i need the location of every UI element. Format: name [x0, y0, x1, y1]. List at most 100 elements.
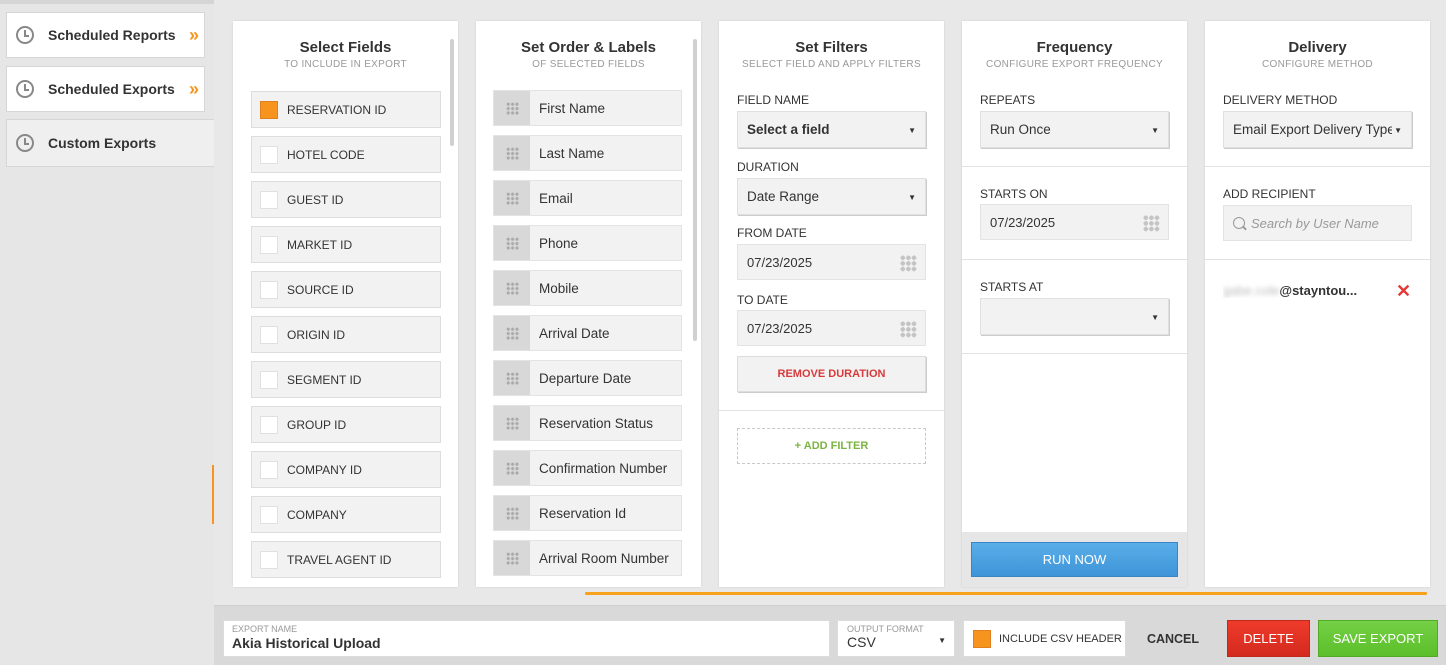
scrollbar[interactable]	[693, 39, 697, 341]
field-row[interactable]: GUEST ID	[251, 181, 441, 218]
calendar-icon[interactable]	[900, 321, 917, 338]
divider	[962, 166, 1187, 167]
delete-button[interactable]: DELETE	[1227, 620, 1310, 657]
field-row[interactable]: HOTEL CODE	[251, 136, 441, 173]
caret-down-icon: ▼	[938, 636, 946, 645]
field-row[interactable]: RESERVATION ID	[251, 91, 441, 128]
drag-handle-icon[interactable]	[494, 451, 530, 485]
drag-handle-icon[interactable]	[494, 316, 530, 350]
starts-at-label: STARTS AT	[980, 280, 1044, 294]
checkbox[interactable]	[260, 325, 278, 344]
frequency-panel: Frequency CONFIGURE EXPORT FREQUENCY REP…	[962, 21, 1187, 587]
grid-dots-icon	[505, 101, 519, 115]
drag-handle-icon[interactable]	[494, 181, 530, 215]
remove-duration-button[interactable]: REMOVE DURATION	[737, 356, 926, 392]
duration-select[interactable]: Date Range ▼	[737, 178, 926, 215]
checkbox-checked[interactable]	[260, 100, 278, 119]
checkbox[interactable]	[260, 190, 278, 209]
order-row[interactable]: Arrival Date	[493, 315, 682, 351]
field-name-label: FIELD NAME	[737, 93, 810, 107]
order-row[interactable]: Mobile	[493, 270, 682, 306]
starts-at-select[interactable]: ▼	[980, 298, 1169, 335]
order-row[interactable]: Reservation Id	[493, 495, 682, 531]
search-input[interactable]	[1251, 215, 1401, 231]
recipient-search[interactable]	[1223, 205, 1412, 241]
scrollbar[interactable]	[450, 39, 454, 146]
order-label[interactable]: Arrival Date	[539, 326, 610, 341]
calendar-icon[interactable]	[900, 255, 917, 272]
checkbox[interactable]	[260, 415, 278, 434]
order-label[interactable]: Reservation Id	[539, 506, 626, 521]
sidebar-item-label: Custom Exports	[48, 135, 157, 151]
checkbox[interactable]	[260, 235, 278, 254]
drag-handle-icon[interactable]	[494, 361, 530, 395]
order-label[interactable]: Phone	[539, 236, 578, 251]
save-export-button[interactable]: SAVE EXPORT	[1318, 620, 1438, 657]
order-label[interactable]: Arrival Room Number	[539, 551, 669, 566]
calendar-icon[interactable]	[1143, 215, 1160, 232]
field-label: ORIGIN ID	[287, 327, 346, 342]
grid-dots-icon	[505, 326, 519, 340]
drag-handle-icon[interactable]	[494, 136, 530, 170]
field-row[interactable]: ORIGIN ID	[251, 316, 441, 353]
panel-subtitle: CONFIGURE METHOD	[1262, 59, 1373, 70]
checkbox[interactable]	[260, 550, 278, 569]
drag-handle-icon[interactable]	[494, 91, 530, 125]
field-name-select[interactable]: Select a field ▼	[737, 111, 926, 148]
double-chevron-right-icon: »	[188, 79, 199, 99]
order-label[interactable]: Departure Date	[539, 371, 631, 386]
drag-handle-icon[interactable]	[494, 406, 530, 440]
sidebar-item-scheduled-exports[interactable]: Scheduled Exports »	[6, 66, 205, 112]
add-filter-button[interactable]: + ADD FILTER	[737, 428, 926, 464]
grid-dots-icon	[505, 461, 519, 475]
output-format-select[interactable]: OUTPUT FORMAT CSV ▼	[837, 620, 955, 657]
drag-handle-icon[interactable]	[494, 541, 530, 575]
checkbox[interactable]	[260, 505, 278, 524]
include-csv-header-toggle[interactable]: INCLUDE CSV HEADER	[963, 620, 1126, 657]
order-row[interactable]: Departure Date	[493, 360, 682, 396]
run-now-button[interactable]: RUN NOW	[971, 542, 1178, 577]
order-label[interactable]: First Name	[539, 101, 605, 116]
field-row[interactable]: COMPANY ID	[251, 451, 441, 488]
checkbox-checked[interactable]	[973, 629, 991, 648]
order-row[interactable]: Email	[493, 180, 682, 216]
order-row[interactable]: Confirmation Number	[493, 450, 682, 486]
field-row[interactable]: TRAVEL AGENT ID	[251, 541, 441, 578]
drag-handle-icon[interactable]	[494, 271, 530, 305]
from-date-input[interactable]: 07/23/2025	[737, 244, 926, 280]
remove-recipient-icon[interactable]: ✕	[1396, 281, 1411, 302]
order-row[interactable]: Last Name	[493, 135, 682, 171]
drag-handle-icon[interactable]	[494, 226, 530, 260]
caret-down-icon: ▼	[908, 126, 916, 135]
field-row[interactable]: COMPANY	[251, 496, 441, 533]
field-row[interactable]: MARKET ID	[251, 226, 441, 263]
to-date-input[interactable]: 07/23/2025	[737, 310, 926, 346]
field-row[interactable]: SEGMENT ID	[251, 361, 441, 398]
cancel-button[interactable]: CANCEL	[1143, 620, 1203, 657]
export-name-value[interactable]: Akia Historical Upload	[232, 635, 829, 651]
order-label[interactable]: Last Name	[539, 146, 604, 161]
drag-handle-icon[interactable]	[494, 496, 530, 530]
order-label[interactable]: Mobile	[539, 281, 579, 296]
delivery-method-select[interactable]: Email Export Delivery Type ▼	[1223, 111, 1412, 148]
field-row[interactable]: GROUP ID	[251, 406, 441, 443]
field-label: GROUP ID	[287, 417, 347, 432]
starts-on-input[interactable]: 07/23/2025	[980, 204, 1169, 240]
repeats-select[interactable]: Run Once ▼	[980, 111, 1169, 148]
checkbox[interactable]	[260, 280, 278, 299]
field-row[interactable]: SOURCE ID	[251, 271, 441, 308]
panel-subtitle: OF SELECTED FIELDS	[532, 59, 645, 70]
checkbox[interactable]	[260, 145, 278, 164]
order-row[interactable]: Reservation Status	[493, 405, 682, 441]
sidebar-item-custom-exports[interactable]: Custom Exports	[6, 119, 214, 167]
order-row[interactable]: Phone	[493, 225, 682, 261]
checkbox[interactable]	[260, 370, 278, 389]
order-label[interactable]: Email	[539, 191, 573, 206]
order-label[interactable]: Reservation Status	[539, 416, 653, 431]
export-name-field[interactable]: EXPORT NAME Akia Historical Upload	[223, 620, 830, 657]
sidebar-item-scheduled-reports[interactable]: Scheduled Reports »	[6, 12, 205, 58]
checkbox[interactable]	[260, 460, 278, 479]
order-row[interactable]: First Name	[493, 90, 682, 126]
order-row[interactable]: Arrival Room Number	[493, 540, 682, 576]
order-label[interactable]: Confirmation Number	[539, 461, 667, 476]
